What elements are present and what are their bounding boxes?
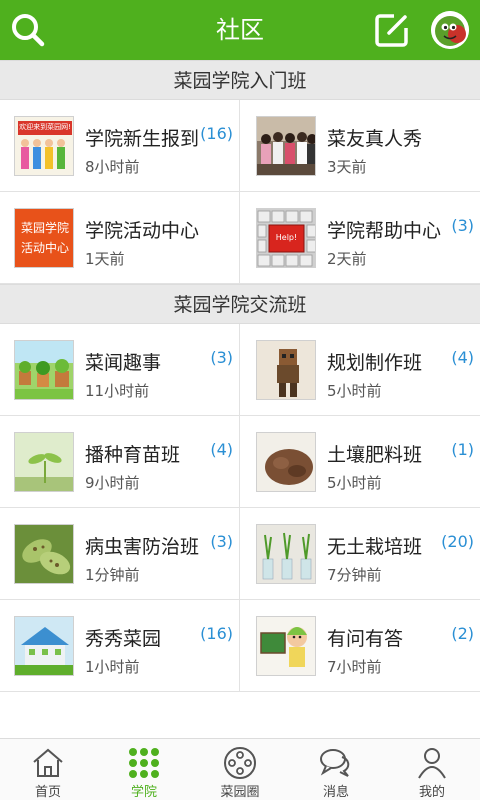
home-icon <box>33 748 63 777</box>
post-count: (4) <box>451 348 474 367</box>
dots-grid-icon <box>129 748 159 778</box>
nav-tab-messages[interactable]: 消息 <box>288 739 384 800</box>
nav-tab-home[interactable]: 首页 <box>0 739 96 800</box>
nav-tab-academy[interactable]: 学院 <box>96 739 192 800</box>
forum-name: 学院帮助中心 <box>327 220 442 242</box>
circle-icon <box>224 747 256 779</box>
nav-label: 消息 <box>322 785 349 800</box>
nav-tab-me[interactable]: 我的 <box>384 739 480 800</box>
forum-item-activity-center[interactable]: 菜园学院活动中心 学院活动中心 1天前 <box>0 192 240 284</box>
forum-name: 秀秀菜园 <box>85 628 162 650</box>
forum-time: 7小时前 <box>327 658 382 676</box>
forum-time: 3天前 <box>327 158 367 176</box>
nav-tab-garden-circle[interactable]: 菜园圈 <box>192 739 288 800</box>
search-button[interactable] <box>8 10 48 50</box>
forum-time: 1小时前 <box>85 658 140 676</box>
section-grid-beginner: 欢迎来到菜园网! 学院新生报到 8小时前 (16) 菜友真人秀 3天前 菜园学院… <box>0 100 480 284</box>
section-title-exchange: 菜园学院交流班 <box>0 284 480 324</box>
forum-item-hydroponics[interactable]: 无土栽培班 7分钟前 (20) <box>240 508 480 600</box>
forum-item-planning[interactable]: 规划制作班 5小时前 (4) <box>240 324 480 416</box>
forum-time: 9小时前 <box>85 474 140 492</box>
forum-thumbnail <box>256 432 316 492</box>
section-grid-exchange: 菜闻趣事 11小时前 (3) 规划制作班 5小时前 (4) 播种育苗班 9小时前… <box>0 324 480 692</box>
forum-name: 播种育苗班 <box>85 444 181 466</box>
thumbnail-caption: 欢迎来到菜园网! <box>19 123 71 131</box>
forum-name: 土壤肥料班 <box>327 444 423 466</box>
avatar-icon <box>431 11 469 49</box>
bottom-navigation: 首页 学院 菜园圈 消息 我的 <box>0 738 480 800</box>
forum-time: 5小时前 <box>327 474 382 492</box>
edit-icon <box>375 14 408 47</box>
forum-item-pest-control[interactable]: 病虫害防治班 1分钟前 (3) <box>0 508 240 600</box>
post-count: (20) <box>441 532 474 551</box>
forum-time: 5小时前 <box>327 382 382 400</box>
forum-thumbnail <box>14 524 74 584</box>
forum-name: 菜闻趣事 <box>85 352 162 374</box>
avatar[interactable] <box>431 11 469 49</box>
person-icon <box>418 748 446 779</box>
post-count: (4) <box>210 440 233 459</box>
nav-label: 首页 <box>34 785 61 800</box>
thumbnail-caption: Help! <box>275 233 298 242</box>
post-count: (3) <box>210 348 233 367</box>
forum-thumbnail: 欢迎来到菜园网! <box>14 116 74 176</box>
nav-label: 我的 <box>418 785 445 800</box>
forum-item-soil-fertilizer[interactable]: 土壤肥料班 5小时前 (1) <box>240 416 480 508</box>
forum-name: 菜友真人秀 <box>327 128 423 150</box>
forum-time: 8小时前 <box>85 158 140 176</box>
post-count: (16) <box>200 124 233 143</box>
top-app-bar: 社区 <box>0 0 480 60</box>
post-count: (1) <box>451 440 474 459</box>
compose-button[interactable] <box>372 10 412 50</box>
forum-thumbnail <box>256 616 316 676</box>
post-count: (3) <box>451 216 474 235</box>
forum-time: 2天前 <box>327 250 367 268</box>
post-count: (2) <box>451 624 474 643</box>
forum-name: 有问有答 <box>327 628 404 650</box>
forum-thumbnail <box>256 524 316 584</box>
forum-time: 1分钟前 <box>85 566 140 584</box>
forum-item-show-garden[interactable]: 秀秀菜园 1小时前 (16) <box>0 600 240 692</box>
post-count: (16) <box>200 624 233 643</box>
forum-thumbnail <box>14 340 74 400</box>
nav-label: 学院 <box>130 785 157 800</box>
section-title-beginner: 菜园学院入门班 <box>0 60 480 100</box>
forum-thumbnail <box>14 432 74 492</box>
forum-item-member-show[interactable]: 菜友真人秀 3天前 <box>240 100 480 192</box>
forum-item-qa[interactable]: 有问有答 7小时前 (2) <box>240 600 480 692</box>
forum-item-help-center[interactable]: Help! 学院帮助中心 2天前 (3) <box>240 192 480 284</box>
forum-name: 学院活动中心 <box>85 220 200 242</box>
forum-name: 学院新生报到 <box>85 128 200 150</box>
forum-time: 7分钟前 <box>327 566 382 584</box>
forum-item-new-students[interactable]: 欢迎来到菜园网! 学院新生报到 8小时前 (16) <box>0 100 240 192</box>
forum-name: 无土栽培班 <box>327 536 423 558</box>
forum-thumbnail: Help! <box>256 208 316 268</box>
forum-thumbnail <box>256 116 316 176</box>
chat-bubbles-icon <box>320 749 350 777</box>
thumbnail-caption: 菜园学院活动中心 <box>20 221 69 255</box>
forum-time: 11小时前 <box>85 382 150 400</box>
forum-name: 病虫害防治班 <box>85 536 200 558</box>
post-count: (3) <box>210 532 233 551</box>
search-icon <box>12 14 45 47</box>
forum-thumbnail: 菜园学院活动中心 <box>14 208 74 268</box>
forum-time: 1天前 <box>85 250 125 268</box>
nav-label: 菜园圈 <box>220 785 260 800</box>
forum-item-vegetable-news[interactable]: 菜闻趣事 11小时前 (3) <box>0 324 240 416</box>
forum-name: 规划制作班 <box>327 352 423 374</box>
forum-thumbnail <box>14 616 74 676</box>
forum-item-seedlings[interactable]: 播种育苗班 9小时前 (4) <box>0 416 240 508</box>
forum-thumbnail <box>256 340 316 400</box>
